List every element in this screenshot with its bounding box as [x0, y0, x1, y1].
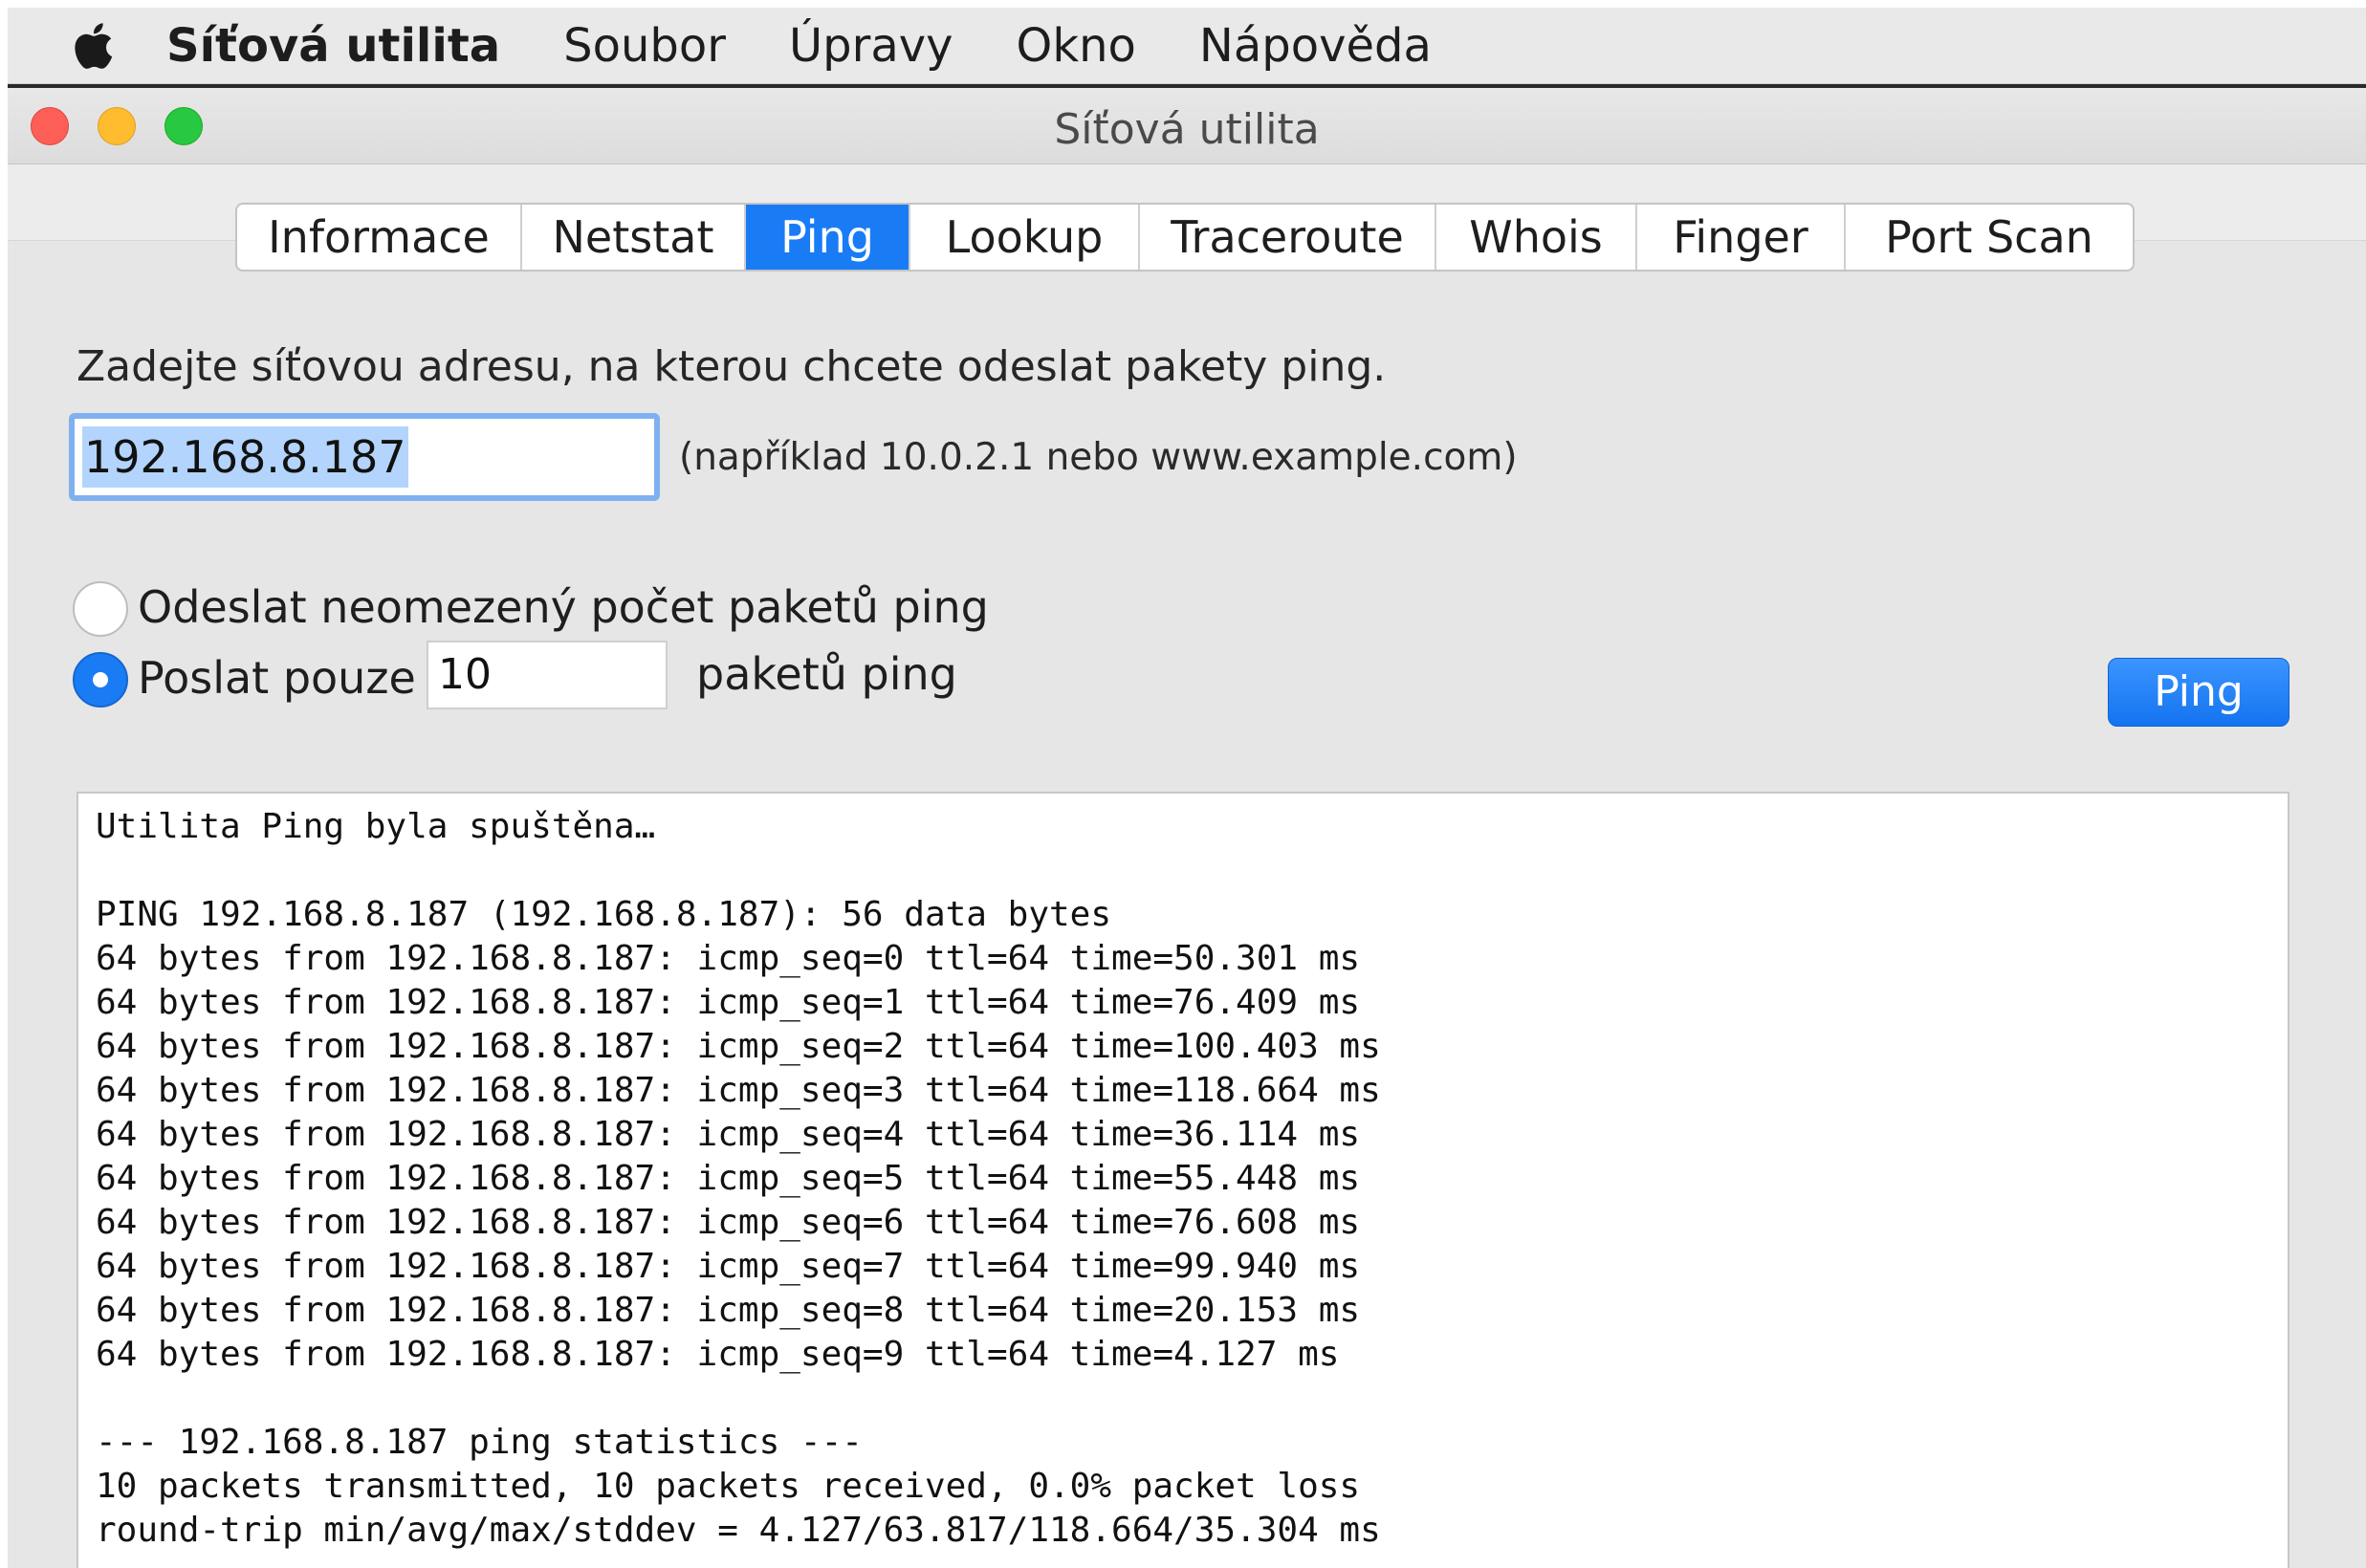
tab-port-scan[interactable]: Port Scan — [1846, 205, 2133, 270]
window-titlebar[interactable]: Síťová utilita — [8, 88, 2366, 164]
tab-ping[interactable]: Ping — [746, 205, 910, 270]
output-line: 64 bytes from 192.168.8.187: icmp_seq=9 … — [96, 1335, 1340, 1374]
ping-output-area[interactable]: Utilita Ping byla spuštěna… PING 192.168.… — [77, 792, 2289, 1568]
menu-napoveda[interactable]: Nápověda — [1199, 19, 1432, 73]
menu-upravy[interactable]: Úpravy — [789, 19, 953, 73]
address-hint: (například 10.0.2.1 nebo www.example.com… — [679, 436, 1518, 479]
radio-limited-label[interactable]: Poslat pouze — [138, 652, 416, 704]
tab-netstat[interactable]: Netstat — [522, 205, 746, 270]
output-line: 64 bytes from 192.168.8.187: icmp_seq=5 … — [96, 1159, 1361, 1198]
output-line: 64 bytes from 192.168.8.187: icmp_seq=2 … — [96, 1027, 1381, 1066]
menu-app-name[interactable]: Síťová utilita — [166, 19, 500, 73]
tab-finger[interactable]: Finger — [1637, 205, 1846, 270]
output-line: --- 192.168.8.187 ping statistics --- — [96, 1423, 863, 1462]
address-input-value[interactable]: 192.168.8.187 — [82, 426, 408, 488]
menu-okno[interactable]: Okno — [1017, 19, 1136, 73]
output-line: 64 bytes from 192.168.8.187: icmp_seq=0 … — [96, 939, 1361, 978]
radio-unlimited-label[interactable]: Odeslat neomezený počet paketů ping — [138, 581, 989, 633]
ping-count-suffix: paketů ping — [696, 648, 957, 700]
tab-traceroute[interactable]: Traceroute — [1140, 205, 1436, 270]
ping-button[interactable]: Ping — [2108, 658, 2289, 727]
menu-soubor[interactable]: Soubor — [563, 19, 726, 73]
output-line: 64 bytes from 192.168.8.187: icmp_seq=8 … — [96, 1291, 1361, 1330]
window-title: Síťová utilita — [1054, 105, 1320, 154]
tab-bar: Informace Netstat Ping Lookup Traceroute… — [235, 203, 2135, 272]
output-line: 64 bytes from 192.168.8.187: icmp_seq=3 … — [96, 1071, 1381, 1110]
address-field[interactable]: 192.168.8.187 — [69, 413, 660, 501]
address-prompt: Zadejte síťovou adresu, na kterou chcete… — [77, 342, 1387, 391]
output-line: 64 bytes from 192.168.8.187: icmp_seq=7 … — [96, 1247, 1361, 1286]
menu-bar: Síťová utilita Soubor Úpravy Okno Nápově… — [8, 8, 2366, 84]
ping-count-input[interactable]: 10 — [427, 641, 668, 709]
output-line: PING 192.168.8.187 (192.168.8.187): 56 d… — [96, 895, 1112, 934]
output-line: 64 bytes from 192.168.8.187: icmp_seq=1 … — [96, 983, 1361, 1022]
output-line: Utilita Ping byla spuštěna… — [96, 807, 656, 846]
radio-unlimited[interactable] — [73, 581, 128, 637]
output-line: 64 bytes from 192.168.8.187: icmp_seq=4 … — [96, 1115, 1361, 1154]
tab-lookup[interactable]: Lookup — [910, 205, 1140, 270]
output-line: 64 bytes from 192.168.8.187: icmp_seq=6 … — [96, 1203, 1361, 1242]
screenshot-area: Síťová utilita Soubor Úpravy Okno Nápově… — [8, 8, 2366, 1568]
output-line: 10 packets transmitted, 10 packets recei… — [96, 1467, 1361, 1506]
output-line: round-trip min/avg/max/stddev = 4.127/63… — [96, 1511, 1381, 1550]
apple-logo-icon[interactable] — [63, 17, 120, 75]
radio-limited[interactable] — [73, 652, 128, 708]
tab-informace[interactable]: Informace — [237, 205, 522, 270]
tab-whois[interactable]: Whois — [1436, 205, 1637, 270]
